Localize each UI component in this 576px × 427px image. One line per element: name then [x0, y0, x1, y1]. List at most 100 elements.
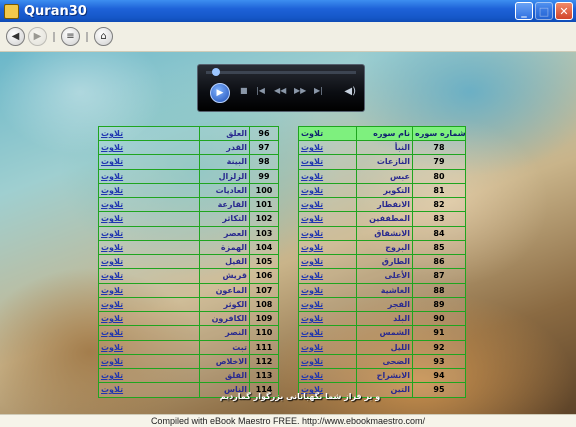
surah-name: القارعة [199, 198, 249, 212]
play-link[interactable]: تلاوت [99, 170, 199, 183]
play-link[interactable]: تلاوت [99, 269, 199, 282]
surah-number: 80 [412, 169, 465, 183]
play-link[interactable]: تلاوت [99, 298, 199, 311]
play-link[interactable]: تلاوت [299, 155, 356, 168]
surah-number: 97 [249, 141, 278, 155]
play-link[interactable]: تلاوت [99, 127, 199, 140]
toolbar-separator [53, 31, 55, 42]
surah-name: الانفطار [356, 198, 412, 212]
table-row: تلاوت الليل 92 [299, 340, 465, 355]
table-row: تلاوت الماعون 107 [99, 283, 278, 298]
surah-name: العلق [199, 127, 249, 141]
volume-icon[interactable]: ◀) [344, 86, 356, 97]
header-number: شماره سوره [412, 127, 465, 141]
surah-name: الضحى [356, 354, 412, 368]
play-link[interactable]: تلاوت [99, 141, 199, 154]
stop-media-icon[interactable]: ■ [240, 87, 248, 95]
home-button[interactable]: ⌂ [94, 27, 113, 46]
play-link[interactable]: تلاوت [299, 255, 356, 268]
play-link[interactable]: تلاوت [99, 184, 199, 197]
surah-name: الزلزال [199, 169, 249, 183]
play-link[interactable]: تلاوت [299, 198, 356, 211]
home-icon: ⌂ [100, 30, 107, 42]
surah-number: 87 [412, 269, 465, 283]
play-link[interactable]: تلاوت [99, 212, 199, 225]
play-link[interactable]: تلاوت [299, 312, 356, 325]
surah-name: الانشراح [356, 368, 412, 383]
play-link[interactable]: تلاوت [99, 355, 199, 368]
play-link[interactable]: تلاوت [299, 269, 356, 282]
play-link[interactable]: تلاوت [299, 369, 356, 382]
play-button[interactable]: ▶ [210, 83, 230, 103]
surah-number: 78 [412, 141, 465, 155]
table-row: تلاوت الضحى 93 [299, 354, 465, 369]
minimize-button[interactable]: _ [515, 2, 533, 20]
play-link[interactable]: تلاوت [299, 355, 356, 368]
play-link[interactable]: تلاوت [99, 284, 199, 297]
surah-name: الفجر [356, 297, 412, 312]
previous-icon[interactable]: |◀ [256, 87, 265, 95]
play-link[interactable]: تلاوت [299, 326, 356, 339]
table-row: تلاوت الفلق 113 [99, 368, 278, 384]
surah-name: الفلق [199, 368, 249, 383]
table-row: تلاوت الفجر 89 [299, 297, 465, 313]
play-link[interactable]: تلاوت [99, 341, 199, 354]
play-link[interactable]: تلاوت [99, 155, 199, 168]
play-link[interactable]: تلاوت [299, 284, 356, 297]
surah-name: الطارق [356, 255, 412, 269]
table-row: تلاوت المطففين 83 [299, 212, 465, 227]
table-row: تلاوت الأعلى 87 [299, 269, 465, 284]
back-button[interactable]: ◀ [6, 27, 25, 46]
rewind-icon[interactable]: ◀◀ [274, 87, 286, 95]
forward-button[interactable]: ▶ [28, 27, 47, 46]
fast-forward-icon[interactable]: ▶▶ [294, 87, 306, 95]
maximize-button[interactable]: □ [535, 2, 553, 20]
play-link[interactable]: تلاوت [99, 241, 199, 254]
play-link[interactable]: تلاوت [299, 141, 356, 154]
play-link[interactable]: تلاوت [299, 170, 356, 183]
footer-credit: Compiled with eBook Maestro FREE. http:/… [0, 414, 576, 427]
surah-number: 110 [249, 326, 278, 340]
play-link[interactable]: تلاوت [99, 255, 199, 268]
table-row: تلاوت قريش 106 [99, 269, 278, 284]
seek-knob[interactable] [212, 68, 220, 76]
play-link[interactable]: تلاوت [299, 212, 356, 225]
play-link[interactable]: تلاوت [299, 184, 356, 197]
surah-number: 113 [249, 368, 278, 383]
stop-button[interactable]: ≡ [61, 27, 80, 46]
play-link[interactable]: تلاوت [99, 369, 199, 382]
surah-number: 83 [412, 212, 465, 226]
play-link[interactable]: تلاوت [99, 227, 199, 240]
window-title: Quran30 [24, 3, 87, 19]
play-link[interactable]: تلاوت [299, 298, 356, 311]
surah-number: 85 [412, 240, 465, 255]
table-row: تلاوت التكوير 81 [299, 183, 465, 199]
play-link[interactable]: تلاوت [299, 341, 356, 354]
surah-number: 93 [412, 354, 465, 368]
surah-name: الماعون [199, 283, 249, 297]
surah-name: النبأ [356, 141, 412, 155]
play-link[interactable]: تلاوت [299, 227, 356, 240]
play-link[interactable]: تلاوت [99, 198, 199, 211]
header-play: تلاوت [299, 127, 356, 141]
seek-bar[interactable] [206, 71, 356, 74]
table-row: تلاوت النبأ 78 [299, 141, 465, 156]
table-row: تلاوت النصر 110 [99, 326, 278, 341]
table-row: تلاوت الغاشية 88 [299, 283, 465, 298]
next-icon[interactable]: ▶| [314, 87, 323, 95]
surah-number: 112 [249, 354, 278, 368]
table-row: تلاوت البينة 98 [99, 155, 278, 170]
surah-name: الانشقاق [356, 226, 412, 240]
app-icon [4, 3, 19, 19]
surah-name: التكوير [356, 183, 412, 198]
close-button[interactable]: ✕ [555, 2, 573, 20]
play-link[interactable]: تلاوت [99, 383, 199, 397]
table-row: تلاوت الاخلاص 112 [99, 354, 278, 369]
play-link[interactable]: تلاوت [99, 326, 199, 339]
surah-name: التكاثر [199, 212, 249, 226]
toolbar-separator [86, 31, 88, 42]
surah-number: 107 [249, 283, 278, 297]
table-row: تلاوت الكوثر 108 [99, 297, 278, 313]
play-link[interactable]: تلاوت [99, 312, 199, 325]
play-link[interactable]: تلاوت [299, 241, 356, 254]
